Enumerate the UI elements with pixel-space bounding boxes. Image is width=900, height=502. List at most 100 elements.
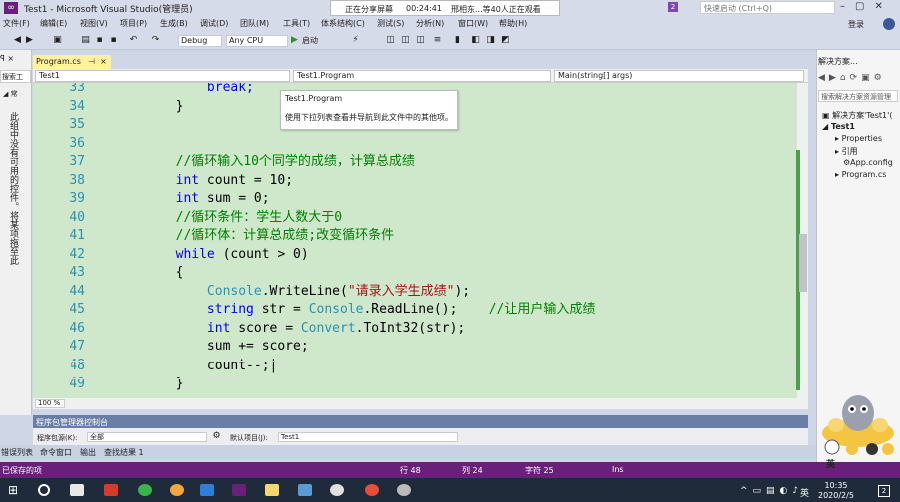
step-icon[interactable]: ◫ xyxy=(385,35,396,46)
configuration-select[interactable]: Debug xyxy=(178,35,222,47)
toolbox-general-group[interactable]: ◢ 常 xyxy=(3,89,29,99)
comment-icon[interactable]: ≡ xyxy=(432,35,443,46)
code-line[interactable]: 45 string str = Console.ReadLine(); //让用… xyxy=(33,301,798,320)
forward-icon[interactable]: ▶ xyxy=(24,35,35,46)
menu-test[interactable]: 测试(S) xyxy=(377,18,404,29)
settings-gear-icon[interactable]: ⚙ xyxy=(211,431,222,442)
windows-start-icon[interactable]: ⊞ xyxy=(8,484,22,496)
app-icon-6[interactable] xyxy=(365,484,379,496)
menu-edit[interactable]: 编辑(E) xyxy=(40,18,67,29)
browser-link-icon[interactable]: ⚡ xyxy=(350,35,361,46)
toolbox-search-input[interactable]: 搜索工 xyxy=(0,70,31,83)
save-icon[interactable]: ▪ xyxy=(94,35,105,46)
code-editor[interactable]: 33 break; 34 } 35 36 37 //循环输入10个同学的成绩，计算总成绩… xyxy=(33,83,798,398)
default-project-select[interactable]: Test1 xyxy=(278,432,458,442)
save-all-icon[interactable]: ▪ xyxy=(108,35,119,46)
window-controls[interactable]: –▢✕ xyxy=(840,1,893,12)
tab-command-window[interactable]: 命令窗口 xyxy=(40,447,72,458)
code-line[interactable]: 40 //循环条件：学生人数大于0 xyxy=(33,209,798,228)
action-center-icon[interactable]: 2 xyxy=(878,485,890,497)
platform-select[interactable]: Any CPU xyxy=(226,35,288,47)
step-over-icon[interactable]: ◫ xyxy=(415,35,426,46)
notifications-badge[interactable]: 2 xyxy=(668,2,678,12)
tab-find-results[interactable]: 查找结果 1 xyxy=(104,447,144,458)
step-into-icon[interactable]: ◫ xyxy=(400,35,411,46)
sign-in-link[interactable]: 登录 xyxy=(848,19,864,30)
menu-architecture[interactable]: 体系结构(C) xyxy=(321,18,365,29)
file-explorer-icon[interactable] xyxy=(265,484,279,496)
tree-program-cs[interactable]: ▸ Program.cs xyxy=(835,170,886,179)
type-dropdown[interactable]: Test1.Program xyxy=(293,70,551,82)
zoom-select[interactable]: 100 % xyxy=(35,399,65,408)
bookmark-clear-icon[interactable]: ◩ xyxy=(500,35,511,46)
toolbox-pin-icon[interactable]: ꟼ × xyxy=(0,54,30,64)
close-tab-icon[interactable]: × xyxy=(100,57,107,66)
code-line[interactable]: 47 sum += score; xyxy=(33,338,798,357)
user-avatar-icon[interactable] xyxy=(883,18,895,30)
menu-debug[interactable]: 调试(D) xyxy=(200,18,228,29)
package-source-select[interactable]: 全部 xyxy=(87,432,207,442)
new-project-icon[interactable]: ▣ xyxy=(52,35,63,46)
undo-icon[interactable]: ↶ xyxy=(128,35,139,46)
code-line[interactable]: 36 xyxy=(33,135,798,154)
chrome-icon[interactable] xyxy=(170,484,184,496)
start-button[interactable]: 启动 xyxy=(302,35,318,46)
menu-build[interactable]: 生成(B) xyxy=(160,18,188,29)
menu-window[interactable]: 窗口(W) xyxy=(458,18,488,29)
line-number: 38 xyxy=(69,172,85,188)
menu-team[interactable]: 团队(M) xyxy=(240,18,269,29)
system-tray-icons[interactable]: ^▭▤◐♪ xyxy=(740,486,803,496)
redo-icon[interactable]: ↷ xyxy=(150,35,161,46)
member-dropdown[interactable]: Main(string[] args) xyxy=(554,70,804,82)
app-icon-5[interactable] xyxy=(330,484,344,496)
start-icon[interactable]: ▶ xyxy=(289,35,300,46)
menu-file[interactable]: 文件(F) xyxy=(3,18,30,29)
tree-properties[interactable]: ▸ Properties xyxy=(835,134,882,143)
system-clock[interactable]: 10:35 2020/2/5 xyxy=(818,481,854,501)
solution-search-input[interactable]: 搜索解决方案资源管理 xyxy=(818,90,898,102)
code-line[interactable]: 39 int sum = 0; xyxy=(33,190,798,209)
bookmark-prev-icon[interactable]: ◧ xyxy=(470,35,481,46)
taskbar-ime[interactable]: 英 xyxy=(800,486,809,499)
app-icon-4[interactable] xyxy=(298,484,312,496)
ime-mode[interactable]: 英 xyxy=(826,457,835,470)
tab-error-list[interactable]: 错误列表 xyxy=(1,447,33,458)
scrollbar-thumb[interactable] xyxy=(799,234,807,292)
open-file-icon[interactable]: ▤ xyxy=(80,35,91,46)
code-token: //循环条件：学生人数大于0 xyxy=(113,209,343,225)
app-icon-7[interactable] xyxy=(397,484,411,496)
code-line[interactable]: 37 //循环输入10个同学的成绩，计算总成绩 xyxy=(33,153,798,172)
code-line[interactable]: 38 int count = 10; xyxy=(33,172,798,191)
back-icon[interactable]: ◀ xyxy=(12,35,23,46)
code-line[interactable]: 43 { xyxy=(33,264,798,283)
tree-solution[interactable]: ▣ 解决方案'Test1'( xyxy=(822,110,892,121)
code-line[interactable]: 46 int score = Convert.ToInt32(str); xyxy=(33,320,798,339)
bookmark-next-icon[interactable]: ◨ xyxy=(485,35,496,46)
code-line[interactable]: 41 //循环体：计算总成绩;改变循环条件 xyxy=(33,227,798,246)
code-line[interactable]: 44 Console.WriteLine("请录入学生成绩"); xyxy=(33,283,798,302)
menu-analyze[interactable]: 分析(N) xyxy=(416,18,444,29)
tab-output[interactable]: 输出 xyxy=(80,447,96,458)
quick-launch-input[interactable]: 快速启动 (Ctrl+Q) xyxy=(700,1,835,14)
tree-project[interactable]: ◢ Test1 xyxy=(822,122,855,131)
visual-studio-taskbar-icon[interactable] xyxy=(232,484,246,496)
menu-help[interactable]: 帮助(H) xyxy=(499,18,527,29)
tab-program-cs[interactable]: Program.cs ⊣ × xyxy=(33,55,111,69)
bookmark-icon[interactable]: ▮ xyxy=(452,35,463,46)
app-icon-2[interactable] xyxy=(138,484,152,496)
app-icon-1[interactable] xyxy=(104,484,118,496)
search-icon[interactable] xyxy=(38,484,50,496)
pin-icon[interactable]: ⊣ xyxy=(88,57,95,66)
solution-explorer-toolbar[interactable]: ◀▶⌂⟳▣⚙ xyxy=(818,73,898,87)
menu-view[interactable]: 视图(V) xyxy=(80,18,108,29)
project-dropdown[interactable]: Test1 xyxy=(35,70,290,82)
tree-references[interactable]: ▸ 引用 xyxy=(835,146,858,157)
task-view-icon[interactable] xyxy=(70,484,84,496)
menu-tools[interactable]: 工具(T) xyxy=(283,18,310,29)
app-icon-3[interactable] xyxy=(200,484,214,496)
menu-bar: 文件(F) 编辑(E) 视图(V) 项目(P) 生成(B) 调试(D) 团队(M… xyxy=(0,16,900,32)
tree-app-config[interactable]: ⚙App.config xyxy=(843,158,893,167)
code-line[interactable]: 42 while (count > 0) xyxy=(33,246,798,265)
line-number: 42 xyxy=(69,246,85,262)
menu-project[interactable]: 项目(P) xyxy=(120,18,147,29)
